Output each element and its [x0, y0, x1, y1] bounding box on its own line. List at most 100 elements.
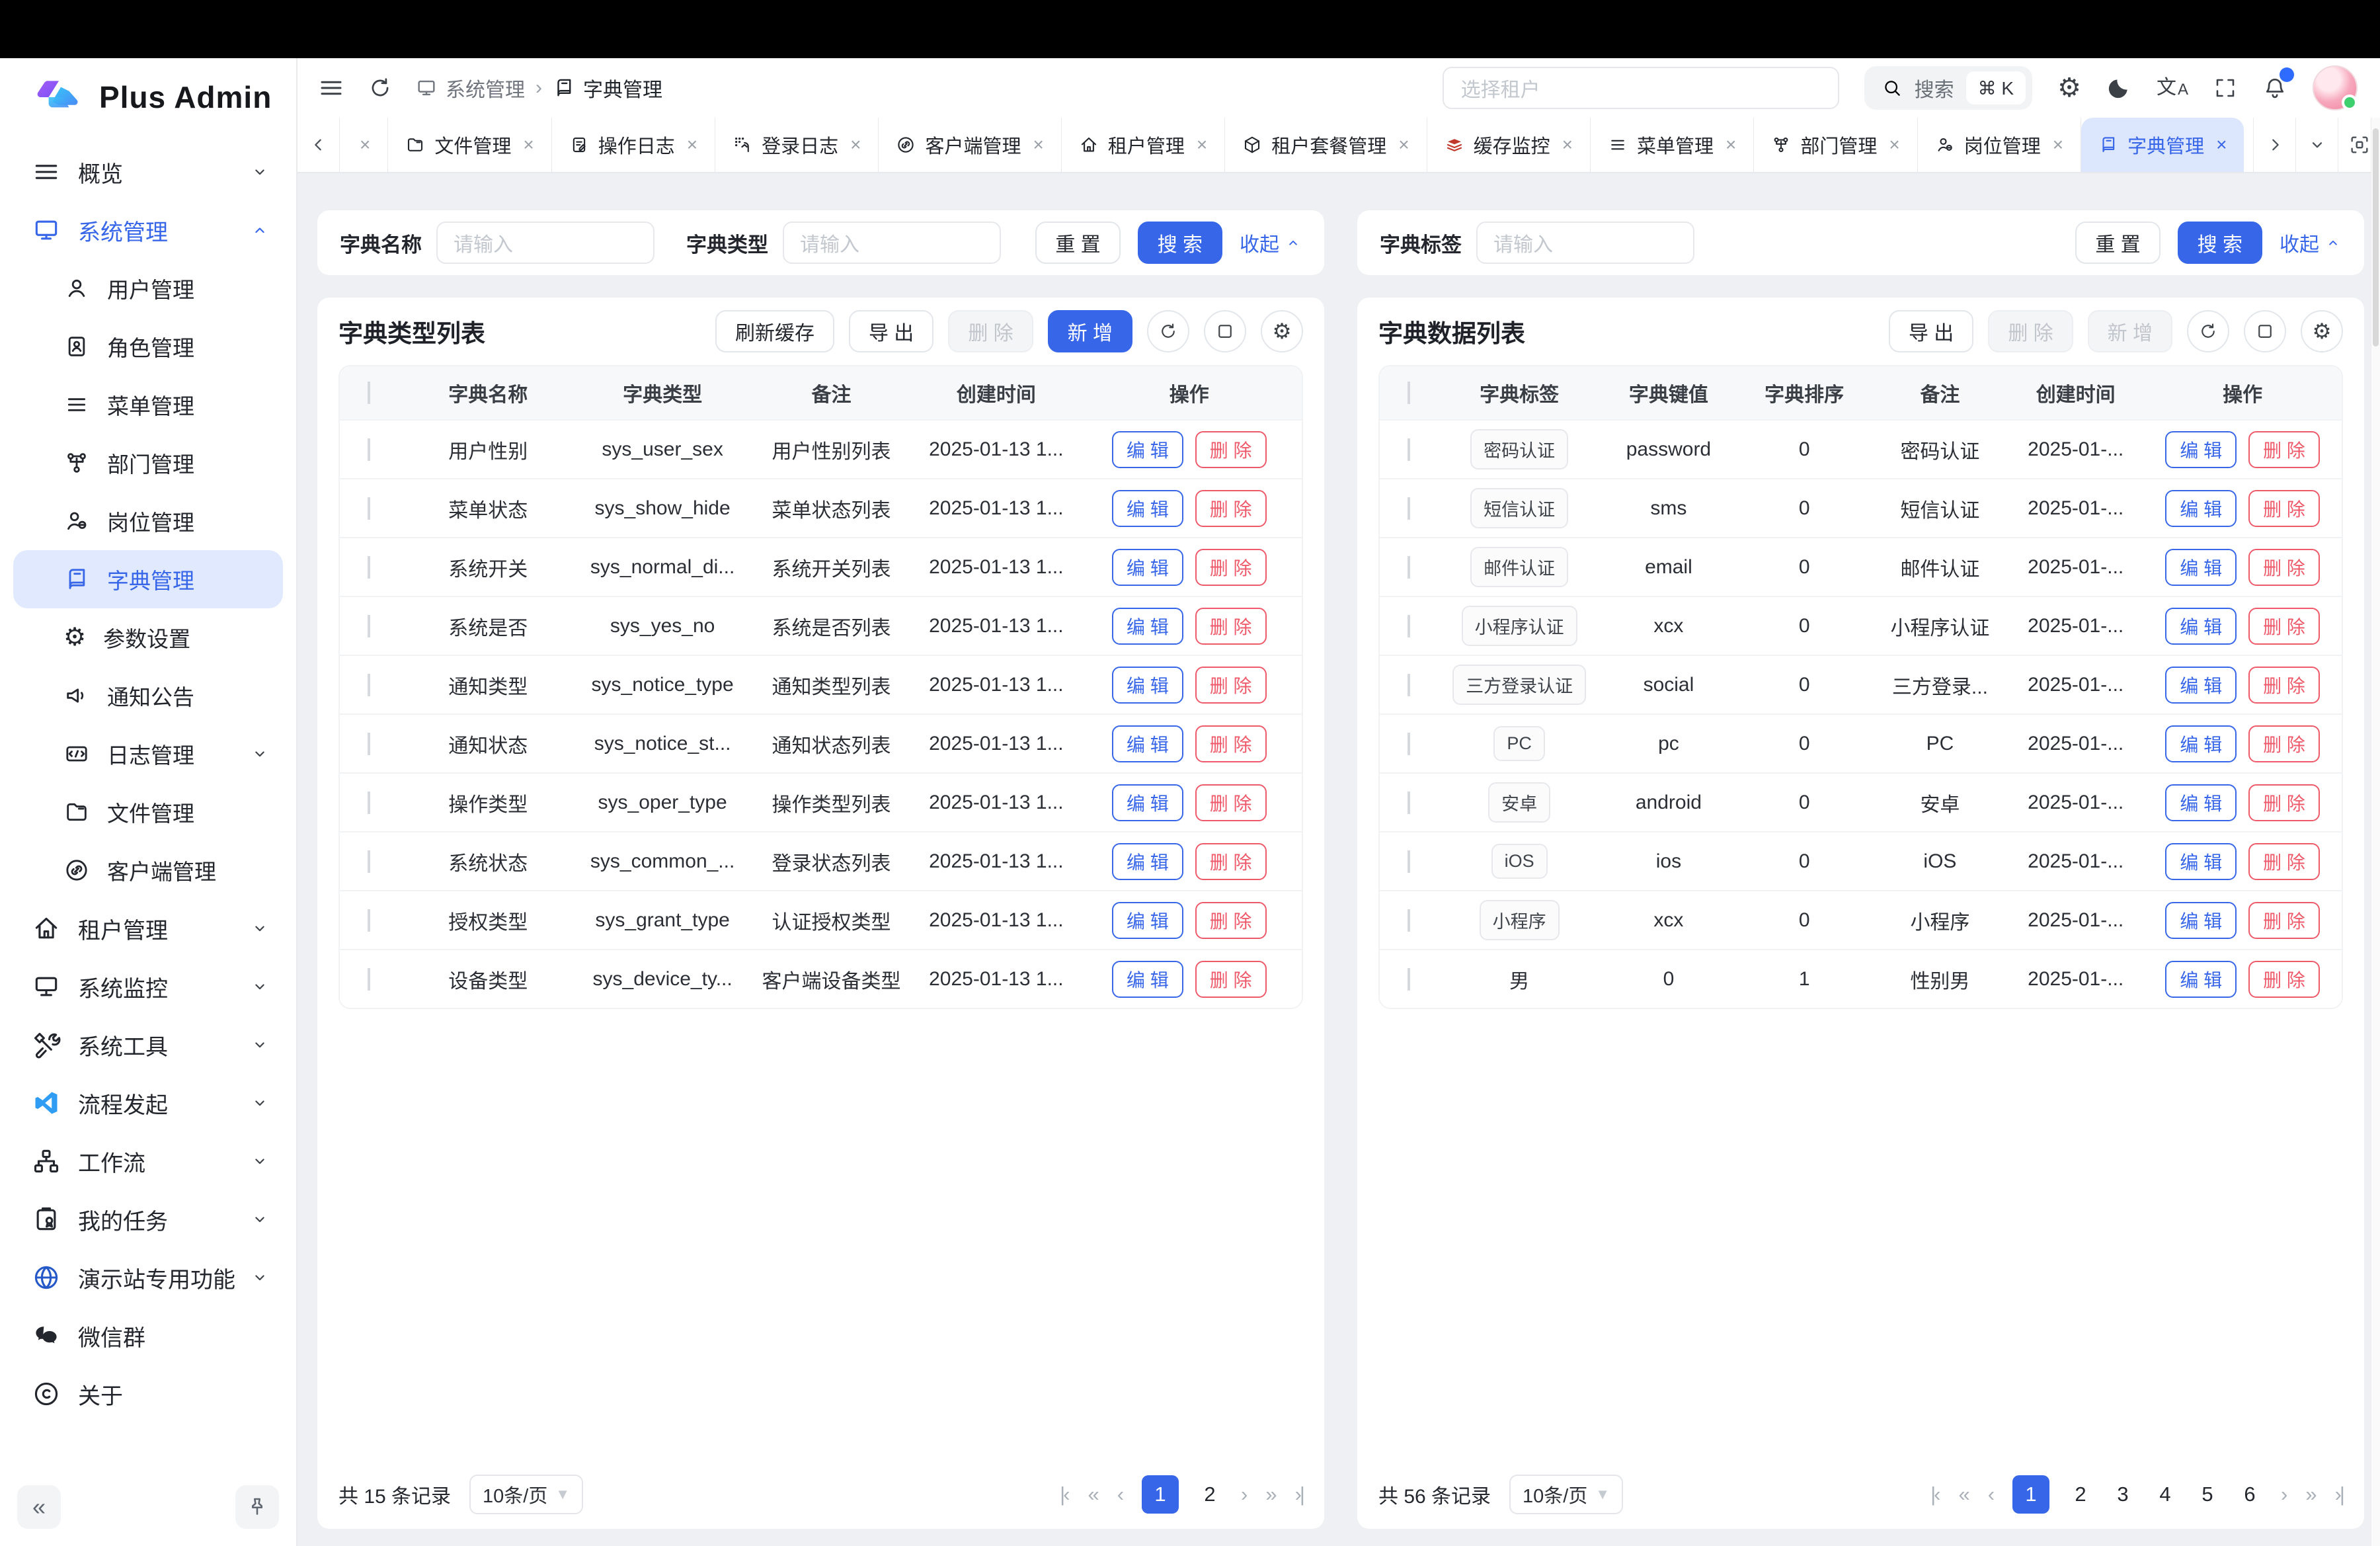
row-edit-button[interactable]: 编 辑 [1112, 608, 1183, 645]
row-checkbox[interactable] [368, 615, 370, 637]
pager-arrow-right-2[interactable]: ›| [1295, 1483, 1303, 1506]
sidebar-item-19[interactable]: 演示站专用功能 [13, 1248, 283, 1307]
tab-close-icon[interactable]: × [2216, 134, 2227, 155]
menu-toggle-button[interactable] [317, 74, 345, 102]
pager-page-5[interactable]: 5 [2196, 1483, 2219, 1506]
row-checkbox[interactable] [368, 497, 370, 520]
row-edit-button[interactable]: 编 辑 [1112, 843, 1183, 880]
sidebar-item-5[interactable]: 部门管理 [13, 434, 283, 492]
dict-type-refresh-icon-button[interactable] [1147, 310, 1189, 352]
sidebar-item-17[interactable]: 工作流 [13, 1132, 283, 1190]
dict-type-delete-button[interactable]: 删 除 [948, 310, 1033, 352]
tab-部门管理[interactable]: 部门管理× [1754, 118, 1917, 172]
row-edit-button[interactable]: 编 辑 [2165, 843, 2237, 880]
sidebar-item-8[interactable]: ⚙参数设置 [13, 608, 283, 667]
language-button[interactable]: 文A [2157, 78, 2188, 98]
tab-close-icon[interactable]: × [1889, 134, 1899, 155]
row-checkbox[interactable] [1408, 497, 1410, 520]
row-checkbox[interactable] [368, 968, 370, 991]
dict-type-reset-button[interactable]: 重 置 [1035, 222, 1120, 264]
row-edit-button[interactable]: 编 辑 [1112, 902, 1183, 939]
row-checkbox[interactable] [1408, 792, 1410, 814]
sidebar-item-6[interactable]: 岗位管理 [13, 492, 283, 550]
tab-客户端管理[interactable]: 客户端管理× [879, 118, 1061, 172]
dict-data-collapse-link[interactable]: 收起 [2280, 228, 2342, 257]
row-edit-button[interactable]: 编 辑 [1112, 784, 1183, 821]
row-checkbox[interactable] [368, 674, 370, 696]
dict-type-filter-input-0[interactable]: 请输入 [436, 222, 654, 264]
dict-data-add-button[interactable]: 新 增 [2088, 310, 2172, 352]
sidebar-item-16[interactable]: 流程发起 [13, 1074, 283, 1132]
sidebar-item-13[interactable]: 租户管理 [13, 899, 283, 957]
dict-data-reset-button[interactable]: 重 置 [2075, 222, 2160, 264]
tab-close-icon[interactable]: × [1197, 134, 1207, 155]
sidebar-item-0[interactable]: 概览 [13, 143, 283, 201]
row-checkbox[interactable] [368, 733, 370, 755]
row-edit-button[interactable]: 编 辑 [2165, 902, 2237, 939]
pager-arrow-right-0[interactable]: › [2281, 1483, 2285, 1506]
sidebar-item-9[interactable]: 通知公告 [13, 667, 283, 725]
dict-type-filter-input-1[interactable]: 请输入 [783, 222, 1001, 264]
row-delete-button[interactable]: 删 除 [1195, 431, 1267, 468]
row-edit-button[interactable]: 编 辑 [1112, 961, 1183, 998]
sidebar-item-21[interactable]: 关于 [13, 1365, 283, 1423]
pager-page-2[interactable]: 2 [2069, 1483, 2092, 1506]
breadcrumb-item-system[interactable]: 系统管理 [415, 73, 525, 102]
row-edit-button[interactable]: 编 辑 [1112, 667, 1183, 704]
pager-page-4[interactable]: 4 [2154, 1483, 2176, 1506]
row-checkbox[interactable] [368, 792, 370, 814]
row-delete-button[interactable]: 删 除 [2248, 549, 2320, 586]
dict-type-refresh-cache-button[interactable]: 刷新缓存 [715, 310, 834, 352]
row-checkbox[interactable] [368, 438, 370, 461]
row-edit-button[interactable]: 编 辑 [2165, 608, 2237, 645]
sidebar-item-14[interactable]: 系统监控 [13, 957, 283, 1016]
row-delete-button[interactable]: 删 除 [2248, 902, 2320, 939]
row-delete-button[interactable]: 删 除 [2248, 961, 2320, 998]
global-search-button[interactable]: 搜索 ⌘ K [1864, 66, 2032, 110]
row-delete-button[interactable]: 删 除 [1195, 667, 1267, 704]
row-checkbox[interactable] [1408, 968, 1410, 991]
tab-close-icon[interactable]: × [523, 134, 534, 155]
row-checkbox[interactable] [1408, 438, 1410, 461]
tab-租户套餐管理[interactable]: 租户套餐管理× [1225, 118, 1427, 172]
row-delete-button[interactable]: 删 除 [1195, 784, 1267, 821]
tabs-menu-button[interactable] [2295, 118, 2338, 172]
row-checkbox[interactable] [1408, 556, 1410, 579]
pager-arrow-left-1[interactable]: « [1088, 1483, 1097, 1506]
sidebar-item-20[interactable]: 微信群 [13, 1307, 283, 1365]
tab-文件管理[interactable]: 文件管理× [388, 118, 551, 172]
row-edit-button[interactable]: 编 辑 [1112, 490, 1183, 527]
row-checkbox[interactable] [368, 909, 370, 932]
row-delete-button[interactable]: 删 除 [2248, 843, 2320, 880]
pager-page-2[interactable]: 2 [1199, 1483, 1221, 1506]
tab-菜单管理[interactable]: 菜单管理× [1591, 118, 1754, 172]
pager-page-1[interactable]: 1 [1142, 1475, 1179, 1514]
row-checkbox[interactable] [1408, 733, 1410, 755]
tab-close-icon[interactable]: × [360, 134, 370, 155]
tab-close-icon[interactable]: × [1398, 134, 1409, 155]
row-edit-button[interactable]: 编 辑 [1112, 725, 1183, 762]
row-checkbox[interactable] [1408, 674, 1410, 696]
dict-data-expand-icon-button[interactable] [2244, 310, 2286, 352]
row-delete-button[interactable]: 删 除 [2248, 431, 2320, 468]
dict-type-export-button[interactable]: 导 出 [849, 310, 933, 352]
pager-arrow-left-1[interactable]: « [1958, 1483, 1967, 1506]
row-edit-button[interactable]: 编 辑 [1112, 549, 1183, 586]
settings-button[interactable]: ⚙ [2057, 75, 2081, 101]
tab-close-icon[interactable]: × [687, 134, 697, 155]
pager-arrow-left-0[interactable]: |‹ [1930, 1483, 1938, 1506]
row-edit-button[interactable]: 编 辑 [2165, 667, 2237, 704]
dict-data-refresh-icon-button[interactable] [2187, 310, 2229, 352]
sidebar-pin-button[interactable] [235, 1485, 279, 1529]
dict-data-delete-button[interactable]: 删 除 [1988, 310, 2073, 352]
row-edit-button[interactable]: 编 辑 [2165, 490, 2237, 527]
row-edit-button[interactable]: 编 辑 [2165, 549, 2237, 586]
pager-arrow-right-0[interactable]: › [1241, 1483, 1246, 1506]
row-edit-button[interactable]: 编 辑 [2165, 961, 2237, 998]
tab-登录日志[interactable]: 登录日志× [715, 118, 879, 172]
row-delete-button[interactable]: 删 除 [2248, 725, 2320, 762]
row-edit-button[interactable]: 编 辑 [1112, 431, 1183, 468]
tab-岗位管理[interactable]: 岗位管理× [1918, 118, 2081, 172]
row-edit-button[interactable]: 编 辑 [2165, 784, 2237, 821]
scrollbar-thumb[interactable] [2373, 128, 2379, 346]
